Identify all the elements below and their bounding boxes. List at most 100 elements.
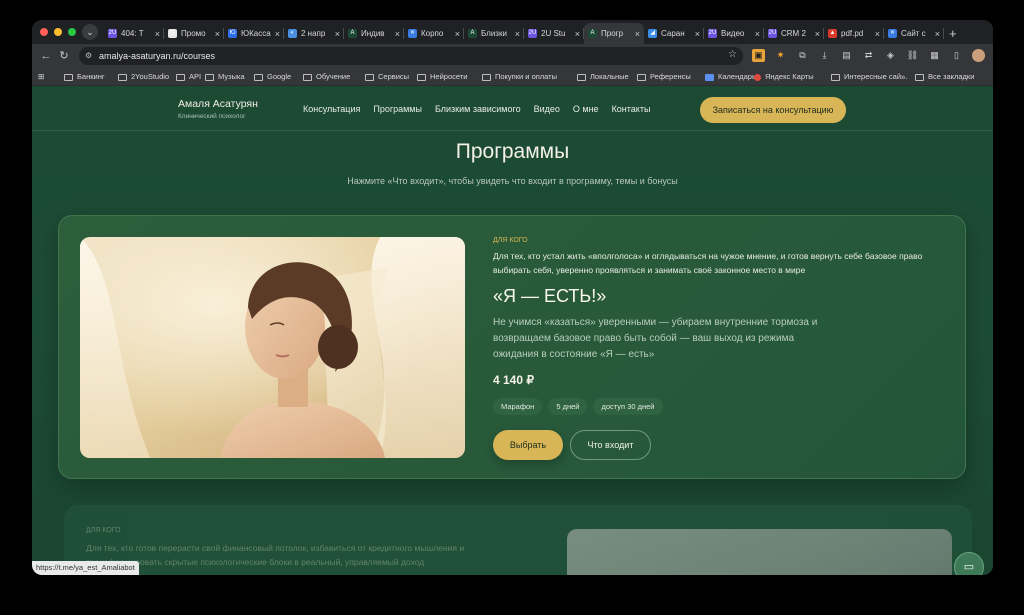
browser-tab[interactable]: ▲ pdf.pd × [824,23,884,44]
browser-tab[interactable]: ◎ Промо × [164,23,224,44]
reload-icon[interactable]: ↻ [56,48,72,64]
tab-close-icon[interactable]: × [695,29,700,39]
browser-tab[interactable]: 2U CRM 2 × [764,23,824,44]
tab-close-icon[interactable]: × [275,29,280,39]
tab-close-icon[interactable]: × [755,29,760,39]
extension-icon[interactable]: ▣ [752,49,765,62]
nav-item[interactable]: Контакты [612,104,651,114]
tab-favicon-icon: ✕ [888,29,897,38]
tab-close-icon[interactable]: × [455,29,460,39]
avatar[interactable] [972,49,985,62]
bookmark-label: Референсы [650,72,691,81]
tab-label: Индив [361,29,385,38]
browser-tab[interactable]: ✕ Сайт с × [884,23,944,44]
bookmark-item[interactable]: Яндекс Карты [754,71,814,83]
translate-icon[interactable]: ⇄ [862,49,875,62]
address-bar[interactable]: ⚙ amalya-asaturyan.ru/courses ☆ [79,47,743,65]
bookmark-item[interactable]: Календарь [705,71,756,83]
folder-icon [637,73,646,81]
page: Амаля Асатурян Клинический психолог Конс… [32,87,993,575]
sidebar-icon[interactable]: ▯ [950,49,963,62]
minimize-window-button[interactable] [54,28,62,36]
back-icon[interactable]: ← [38,48,54,64]
choose-button[interactable]: Выбрать [493,430,563,460]
all-bookmarks-button[interactable]: Все закладки [915,71,974,83]
tab-close-icon[interactable]: × [335,29,340,39]
tab-search-icon[interactable]: ⌄ [82,24,98,40]
bookmark-item[interactable]: Локальные [577,71,629,83]
bookmark-item[interactable]: Интересные сай... [831,71,907,83]
tab-favicon-icon: Ю [228,29,237,38]
tab-close-icon[interactable]: × [935,29,940,39]
bookmark-item[interactable]: Музыка [205,71,245,83]
browser-tab[interactable]: 2U 404: Т × [104,23,164,44]
browser-tab[interactable]: A Близки × [464,23,524,44]
bookmark-star-icon[interactable]: ☆ [728,49,737,60]
tab-favicon-icon: 2U [108,29,117,38]
close-window-button[interactable] [40,28,48,36]
nav-item[interactable]: Видео [534,104,560,114]
browser-tab[interactable]: ✕ Корпо × [404,23,464,44]
tab-favicon-icon: ◐ [288,29,297,38]
tab-close-icon[interactable]: × [875,29,880,39]
bookmark-item[interactable]: Референсы [637,71,691,83]
tab-close-icon[interactable]: × [215,29,220,39]
bookmark-item[interactable]: Сервисы [365,71,409,83]
bookmark-item[interactable]: 2YouStudio [118,71,169,83]
course-actions: Выбрать Что входит [493,430,963,460]
tab-close-icon[interactable]: × [635,29,640,39]
toolbar-icons: ▣ ✷ ⧉ ⤓ ▤ ⇄ ◈ ⛓ ▦ ▯ ⋮ [752,49,993,62]
clipboard-icon[interactable]: ▤ [840,49,853,62]
new-tab-button[interactable]: + [949,23,957,44]
book-consultation-button[interactable]: Записаться на консультацию [700,97,846,123]
extension-sun-icon[interactable]: ✷ [774,49,787,62]
bookmarks-overflow-button[interactable]: » [901,71,905,83]
whats-inside-button[interactable]: Что входит [570,430,651,460]
extensions-puzzle-icon[interactable]: ⧉ [796,49,809,62]
course-price: 4 140 ₽ [493,373,534,387]
bookmark-item[interactable]: Банкинг [64,71,105,83]
site-logo[interactable]: Амаля Асатурян Клинический психолог [178,98,258,120]
brand-name: Амаля Асатурян [178,98,258,110]
folder-icon [482,73,491,81]
browser-tab[interactable]: A Прогр × [584,23,644,44]
maximize-window-button[interactable] [68,28,76,36]
tab-close-icon[interactable]: × [155,29,160,39]
browser-tab[interactable]: A Индив × [344,23,404,44]
nav-item[interactable]: Программы [373,104,422,114]
tab-favicon-icon: A [348,29,357,38]
tab-close-icon[interactable]: × [575,29,580,39]
bookmark-item[interactable]: Обучение [303,71,350,83]
bookmark-label: Банкинг [77,72,105,81]
site-info-icon[interactable]: ⚙ [85,51,95,61]
folder-icon [254,73,263,81]
browser-tab[interactable]: Ю ЮКасса × [224,23,284,44]
tab-close-icon[interactable]: × [395,29,400,39]
apps-grid-icon[interactable]: ⊞ [38,71,44,83]
qr-icon[interactable]: ▦ [928,49,941,62]
nav-item[interactable]: О мне [573,104,599,114]
adblock-icon[interactable]: ◈ [884,49,897,62]
chat-widget-button[interactable]: ▭ [954,552,984,575]
bookmark-item[interactable]: API [176,71,201,83]
browser-tab[interactable]: 2U 2U Stu × [524,23,584,44]
link-icon[interactable]: ⛓ [906,49,919,62]
browser-tab[interactable]: 2U Видео × [704,23,764,44]
tab-label: Промо [181,29,206,38]
tab-label: Близки [481,29,507,38]
nav-item[interactable]: Близким зависимого [435,104,521,114]
nav-item[interactable]: Консультация [303,104,360,114]
bookmark-item[interactable]: Покупки и оплаты [482,71,557,83]
tab-label: Сайт с [901,29,926,38]
browser-window: ⌄ 2U 404: Т × ◎ Промо × Ю ЮКасса × ◐ 2 напр × A Индив… [32,20,993,575]
browser-tab[interactable]: ◢ Саран × [644,23,704,44]
browser-tab[interactable]: ◐ 2 напр × [284,23,344,44]
bookmark-item[interactable]: Нейросети [417,71,467,83]
bookmark-item[interactable]: Google [254,71,291,83]
chip-duration: 5 дней [548,398,588,415]
download-icon[interactable]: ⤓ [818,49,831,62]
tab-close-icon[interactable]: × [815,29,820,39]
folder-icon [831,73,840,81]
audience-label: ДЛЯ КОГО [493,237,528,244]
tab-close-icon[interactable]: × [515,29,520,39]
